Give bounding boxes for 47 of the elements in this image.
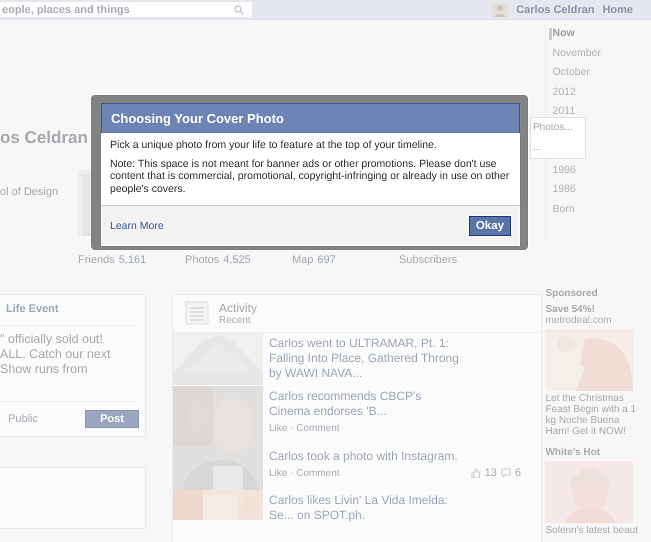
timeline-year[interactable]: 2012 [552,82,640,102]
comment-icon [500,468,511,478]
composer-tab[interactable]: Life Event [0,303,139,315]
post-button[interactable]: Post [85,410,139,428]
timeline-year[interactable]: 1986 [552,180,640,200]
list-icon [185,301,211,325]
timeline-year[interactable]: November [552,44,640,63]
activity-title: Activity [219,301,258,315]
thumbs-up-icon [470,468,481,478]
search-icon [234,4,244,14]
profile-link[interactable]: Carlos Celdran [516,4,594,16]
timeline-year[interactable]: October [552,63,640,82]
dialog-title: Choosing Your Cover Photo [101,103,520,133]
profile-tab[interactable]: Photos 4,525 [185,254,292,266]
timeline-year[interactable]: Born [552,200,640,219]
privacy-selector[interactable]: Public [8,413,38,425]
timeline-year[interactable]: 1996 [552,160,640,180]
dialog-text: Note: This space is not meant for banner ads or other promotions. Please don't use content that is commercial, promotional, copyright-infringing or already in use on other people's covers. [110,158,510,195]
like-count: 13 [484,466,497,480]
sponsored-heading: Sponsored [545,288,599,299]
search-field[interactable]: eople, places and things [0,2,252,17]
avatar-icon[interactable] [492,2,508,16]
activity-subtitle: Recent [219,315,252,326]
education-text: ol of Design [0,186,60,198]
ad-text[interactable]: Let the Christmas Feast Begin with a 1 kg Noche Buena Ham! Get it NOW! [545,393,646,437]
dialog-text: Pick a unique photo from your life to feature at the top of your timeline. [110,139,438,152]
story-text[interactable]: Carlos took a photo with Instagram. [269,448,461,464]
profile-tab[interactable]: Subscribers [399,254,458,266]
ad-title[interactable]: White's Hot [545,447,651,458]
profile-name: os Celdran [0,128,88,148]
profile-tab[interactable]: Friends 5,161 [78,254,185,266]
home-link[interactable]: Home [602,4,633,16]
story-text[interactable]: Carlos likes Livin' La Vida Imelda: Se... on SPOT.ph. [269,493,461,523]
menu-item[interactable]: ... [533,138,585,158]
ad-site[interactable]: metrodeal.com [545,315,651,326]
status-text: " officially sold out! ALL. Catch our next Show runs from [0,325,139,401]
story-text[interactable]: Carlos went to ULTRAMAR, Pt. 1: Falling Into Place, Gathered Throng by WAWI NAVA... [269,336,461,381]
ad-title[interactable]: Save 54%! [545,304,651,315]
okay-button[interactable]: Okay [468,216,511,236]
timeline-year[interactable]: Now [552,24,640,44]
comment-count: 6 [514,466,521,480]
story-text[interactable]: Carlos recommends CBCP's Cinema endorses 'B... [269,389,461,419]
learn-more-link[interactable]: Learn More [110,220,164,232]
profile-tab[interactable]: Map 697 [292,254,399,266]
like-comment-links[interactable]: Like · Comment [269,466,340,480]
like-comment-links[interactable]: Like · Comment [269,421,340,436]
ad-text[interactable]: Solenn's latest beaut [545,525,646,536]
